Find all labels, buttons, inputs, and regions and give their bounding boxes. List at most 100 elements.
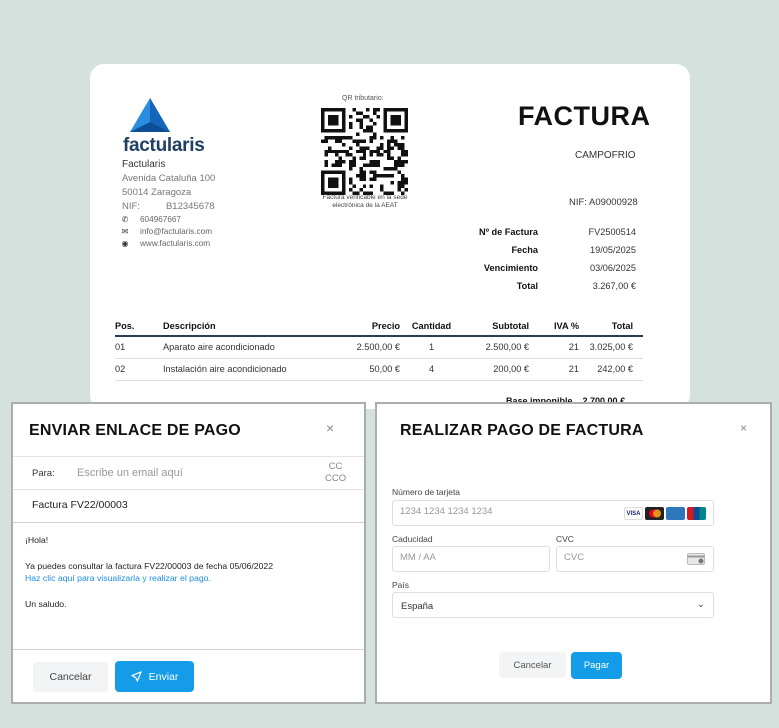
company-email: info@factularis.com xyxy=(140,227,213,236)
cell: 4 xyxy=(400,358,463,381)
chevron-down-icon: ⌄ xyxy=(696,599,705,610)
email-subject[interactable]: Factura FV22/00003 xyxy=(32,499,128,511)
company-details: Factularis Avenida Cataluña 100 50014 Za… xyxy=(122,158,215,214)
recipient-email-input[interactable] xyxy=(77,463,307,483)
card-number-label: Número de tarjeta xyxy=(392,487,461,497)
cell: 21 xyxy=(529,358,579,381)
phone-icon: ✆ xyxy=(121,215,129,224)
col-total: Total xyxy=(579,317,643,337)
invoice-items-table: Pos. Descripción Precio Cantidad Subtota… xyxy=(115,317,643,381)
table-row: 01 Aparato aire acondicionado 2.500,00 €… xyxy=(115,336,643,359)
col-subtotal: Subtotal xyxy=(463,317,529,337)
expiry-field[interactable] xyxy=(392,546,550,572)
pay-invoice-dialog: REALIZAR PAGO DE FACTURA × Número de tar… xyxy=(375,402,772,704)
client-name: CAMPOFRIO xyxy=(575,150,636,161)
invoice-title: FACTURA xyxy=(518,101,651,131)
invoice-meta: Nº de Factura FV2500514 Fecha 19/05/2025 V… xyxy=(470,223,636,295)
qr-code-icon xyxy=(321,108,408,195)
invoice-date-value: 19/05/2025 xyxy=(590,245,636,255)
col-quantity: Cantidad xyxy=(400,317,463,337)
country-value: España xyxy=(401,601,434,612)
company-website: www.factularis.com xyxy=(140,239,211,248)
invoice-due-label: Vencimiento xyxy=(483,263,538,273)
col-pos: Pos. xyxy=(115,317,163,337)
email-body-editor[interactable]: ¡Hola! Ya puedes consultar la factura FV… xyxy=(13,522,364,650)
qr-title: QR tributario: xyxy=(342,95,384,102)
cancel-button[interactable]: Cancelar xyxy=(33,662,108,692)
cancel-button[interactable]: Cancelar xyxy=(499,652,566,678)
table-header-row: Pos. Descripción Precio Cantidad Subtota… xyxy=(115,317,643,337)
country-label: País xyxy=(392,580,410,590)
cc-link[interactable]: CC xyxy=(325,461,346,473)
cell: 200,00 € xyxy=(463,358,529,381)
cvc-input[interactable] xyxy=(564,552,674,563)
cvc-field[interactable] xyxy=(556,546,714,572)
cell: 2.500,00 € xyxy=(463,336,529,359)
company-contacts: ✆ 604967667 ✉ info@factularis.com ◉ www.fac… xyxy=(120,214,213,250)
company-name: Factularis xyxy=(122,159,166,170)
send-button-label: Enviar xyxy=(148,670,179,683)
factularis-logo-icon xyxy=(130,98,170,132)
company-nif: NIF: B12345678 xyxy=(122,200,215,214)
cell: 3.025,00 € xyxy=(579,336,643,359)
send-dialog-title: ENVIAR ENLACE DE PAGO xyxy=(29,422,241,439)
pay-button[interactable]: Pagar xyxy=(571,652,622,679)
close-icon[interactable]: × xyxy=(740,421,747,435)
email-message: Ya puedes consultar la factura FV22/0000… xyxy=(25,560,274,571)
send-payment-link-dialog: ENVIAR ENLACE DE PAGO × Para: CC CCO Fac… xyxy=(11,402,366,704)
expiry-label: Caducidad xyxy=(392,534,433,544)
invoice-total-label: Total xyxy=(516,281,538,291)
cell: Instalación aire acondicionado xyxy=(163,358,333,381)
col-price: Precio xyxy=(333,317,400,337)
cc-cco-toggles: CC CCO xyxy=(325,461,346,485)
card-brands: VISA xyxy=(624,507,706,520)
expiry-input[interactable] xyxy=(400,552,540,563)
to-label: Para: xyxy=(32,468,55,479)
mastercard-icon xyxy=(645,507,664,520)
invoice-due-value: 03/06/2025 xyxy=(590,263,636,273)
cell: 21 xyxy=(529,336,579,359)
email-greeting: ¡Hola! xyxy=(25,535,49,545)
table-row: 02 Instalación aire acondicionado 50,00 … xyxy=(115,358,643,381)
cell: 1 xyxy=(400,336,463,359)
country-select[interactable]: España ⌄ xyxy=(392,592,714,618)
send-icon xyxy=(130,671,142,682)
invoice-date-label: Fecha xyxy=(511,245,538,255)
invoice-number-value: FV2500514 xyxy=(588,227,636,237)
qr-caption: Factura verificable en la sede electróni… xyxy=(322,194,408,209)
invoice-preview: factularis Factularis Avenida Cataluña 1… xyxy=(90,64,690,409)
brand-name: factularis xyxy=(123,135,205,156)
cell: 01 xyxy=(115,336,163,359)
company-phone: 604967667 xyxy=(140,215,181,224)
mail-icon: ✉ xyxy=(121,227,129,236)
client-nif: NIF: A09000928 xyxy=(569,197,638,208)
company-address-line2: 50014 Zaragoza xyxy=(122,187,192,198)
invoice-number-label: Nº de Factura xyxy=(478,227,538,237)
invoice-total-value: 3.267,00 € xyxy=(592,281,636,291)
cvc-label: CVC xyxy=(556,534,574,544)
col-vat: IVA % xyxy=(529,317,579,337)
cell: 50,00 € xyxy=(333,358,400,381)
card-number-field[interactable]: VISA xyxy=(392,500,714,526)
company-address-line1: Avenida Cataluña 100 xyxy=(122,173,216,184)
unionpay-icon xyxy=(687,507,706,520)
amex-icon xyxy=(666,507,685,520)
globe-icon: ◉ xyxy=(121,239,129,248)
company-nif-label: NIF: xyxy=(122,201,140,212)
cvc-card-icon xyxy=(687,553,705,565)
recipient-row: Para: CC CCO xyxy=(13,456,364,490)
close-icon[interactable]: × xyxy=(326,420,334,436)
email-signoff: Un saludo. xyxy=(25,598,67,609)
card-number-input[interactable] xyxy=(400,506,620,517)
pay-dialog-title: REALIZAR PAGO DE FACTURA xyxy=(400,422,644,439)
email-payment-link[interactable]: Haz clic aquí para visualizarla y realiz… xyxy=(25,572,352,585)
company-nif-value: B12345678 xyxy=(165,201,215,212)
cell: 242,00 € xyxy=(579,358,643,381)
col-description: Descripción xyxy=(163,317,333,337)
cco-link[interactable]: CCO xyxy=(325,473,346,485)
send-button[interactable]: Enviar xyxy=(115,661,194,692)
cell: Aparato aire acondicionado xyxy=(163,336,333,359)
cell: 02 xyxy=(115,358,163,381)
visa-icon: VISA xyxy=(624,507,643,520)
cell: 2.500,00 € xyxy=(333,336,400,359)
